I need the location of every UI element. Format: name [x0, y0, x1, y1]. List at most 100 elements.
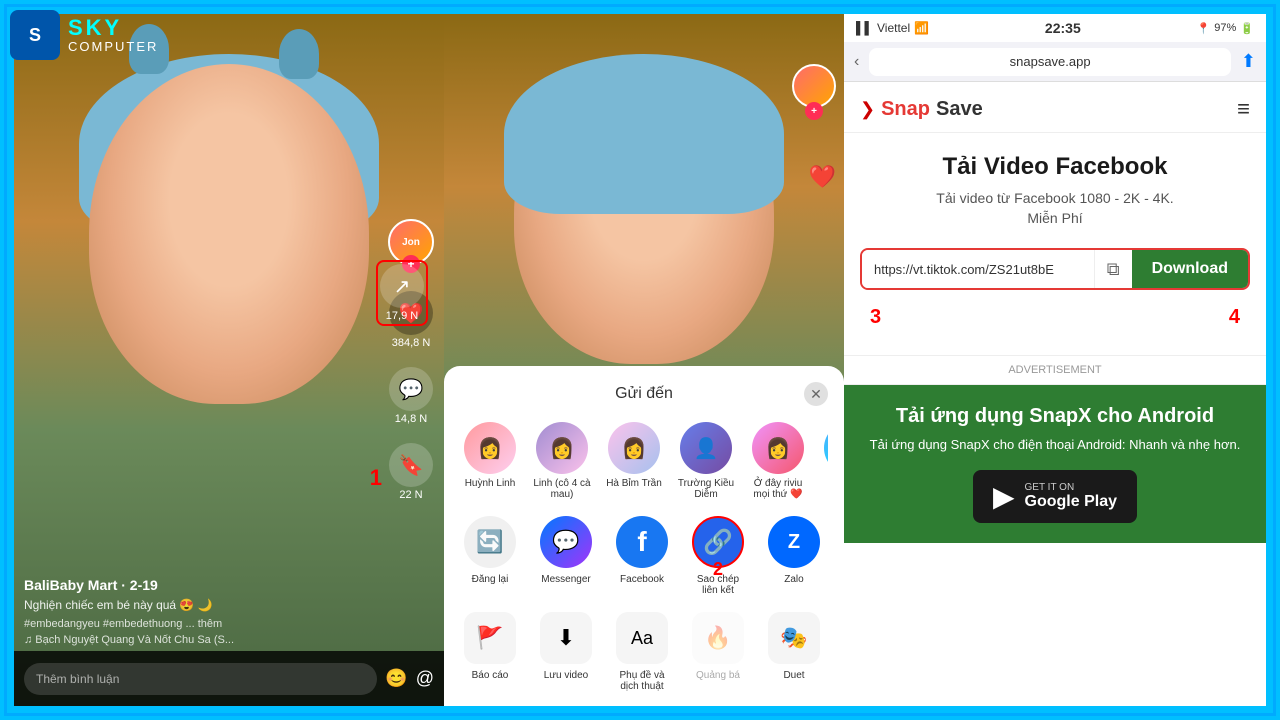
back-chevron-icon[interactable]: ‹: [854, 53, 859, 71]
contact-name-1: Huỳnh Linh: [465, 478, 516, 489]
google-play-button[interactable]: ▶ GET IT ON Google Play: [973, 470, 1137, 523]
contact-item-5[interactable]: 👩 Ở đây riviu mọi thứ ❤️: [748, 422, 808, 500]
subtitle-icon: Aa: [616, 612, 668, 664]
google-play-icon: ▶: [993, 480, 1015, 513]
step1-label: 1: [370, 465, 382, 491]
logo-icon: S: [10, 10, 60, 60]
comment-input[interactable]: Thêm bình luận: [24, 663, 377, 695]
share-icon: ↗: [380, 264, 424, 308]
wifi-icon: 📶: [914, 21, 929, 35]
contact-avatar-4: 👤: [680, 422, 732, 474]
mention-icon[interactable]: @: [416, 668, 434, 689]
share-modal: Gửi đến ✕ 👩 Huỳnh Linh 👩 Linh (cô 4 cà m…: [444, 366, 844, 706]
subtitle-label: Phụ đề và dịch thuật: [612, 670, 672, 692]
app-facebook[interactable]: f Facebook: [612, 516, 672, 596]
share-modal-header: Gửi đến ✕: [460, 382, 828, 406]
url-input[interactable]: [862, 250, 1094, 288]
logo-sky: SKY: [68, 16, 158, 40]
facebook-label: Facebook: [620, 574, 664, 585]
battery-area: 📍 97% 🔋: [1197, 22, 1254, 35]
advertisement-label: ADVERTISEMENT: [1008, 364, 1101, 376]
video-caption: Nghiện chiếc em bé này quá 😍 🌙: [24, 597, 384, 614]
video-hashtags: #embedangyeu #embedethuong ... thêm: [24, 618, 384, 630]
action-report[interactable]: 🚩 Báo cáo: [460, 612, 520, 692]
messenger-label: Messenger: [541, 574, 590, 585]
share-contacts: 👩 Huỳnh Linh 👩 Linh (cô 4 cà mau) 👩 Hà B…: [460, 422, 828, 500]
bookmark-icon: 🔖: [389, 443, 433, 487]
right-actions: Jon + ❤️ 384,8 N 💬 14,8 N 🔖 22 N ↗ 17,9 …: [388, 219, 434, 501]
battery-icon: 🔋: [1240, 22, 1254, 35]
music-info: ♫ Bạch Nguyệt Quang Và Nốt Chu Sa (S...: [24, 634, 384, 646]
report-icon: 🚩: [464, 612, 516, 664]
contact-avatar-3: 👩: [608, 422, 660, 474]
logo-brand: S: [29, 25, 41, 46]
more-actions: 🚩 Báo cáo ⬇ Lưu video Aa Phụ đề và dịch …: [460, 612, 828, 692]
baby-hat-middle: [504, 54, 784, 214]
contact-item[interactable]: 👩 Huỳnh Linh: [460, 422, 520, 500]
google-play-text: GET IT ON Google Play: [1025, 482, 1117, 511]
heart-middle: ❤️: [809, 164, 836, 190]
action-duet[interactable]: 🎭 Duet: [764, 612, 824, 692]
contact-item-6[interactable]: 🌸 Tradao: [820, 422, 828, 500]
gp-get-label: GET IT ON: [1025, 482, 1117, 493]
contact-name-5: Ở đây riviu mọi thứ ❤️: [748, 478, 808, 500]
contact-item-2[interactable]: 👩 Linh (cô 4 cà mau): [532, 422, 592, 500]
share-action[interactable]: ↗ 17,9 N: [380, 264, 424, 322]
app-messenger[interactable]: 💬 Messenger: [536, 516, 596, 596]
tiktok-left-panel: Jon + ❤️ 384,8 N 💬 14,8 N 🔖 22 N ↗ 17,9 …: [14, 14, 444, 706]
logo-save-text: Save: [936, 98, 983, 121]
action-promote[interactable]: 🔥 Quảng bá: [688, 612, 748, 692]
share-btn-highlight: ↗ 17,9 N: [376, 260, 428, 326]
snapx-subtitle: Tải ứng dụng SnapX cho điện thoại Androi…: [860, 436, 1250, 454]
share-apps: 🔄 Đăng lại 💬 Messenger f Facebook 🔗 Sao …: [460, 516, 828, 596]
comment-placeholder: Thêm bình luận: [36, 672, 119, 686]
hamburger-menu[interactable]: ≡: [1237, 96, 1250, 122]
action-save[interactable]: ⬇ Lưu video: [536, 612, 596, 692]
download-button[interactable]: Download: [1132, 250, 1248, 288]
app-copy-link[interactable]: 🔗 Sao chép liên kết 2: [688, 516, 748, 596]
comment-icon: 💬: [389, 367, 433, 411]
carrier-name: Viettel: [877, 21, 910, 35]
baby-face: [89, 64, 369, 404]
url-text: snapsave.app: [1010, 54, 1091, 69]
browser-share-icon[interactable]: ⬆: [1241, 51, 1256, 72]
bottom-icons: 😊 @: [385, 668, 434, 689]
bookmark-count: 22 N: [399, 489, 422, 501]
snapsave-hero: Tải Video Facebook Tải video từ Facebook…: [844, 133, 1266, 355]
clipboard-button[interactable]: ⧉: [1094, 250, 1132, 288]
comment-action[interactable]: 💬 14,8 N: [389, 367, 433, 425]
status-bar: ▌▌ Viettel 📶 22:35 📍 97% 🔋: [844, 14, 1266, 42]
bookmark-action[interactable]: 🔖 22 N: [389, 443, 433, 501]
report-label: Báo cáo: [472, 670, 509, 681]
video-info: CapCut · Thử mẫu này BaliBaby Mart · 2-1…: [24, 549, 384, 646]
comment-count: 14,8 N: [395, 413, 427, 425]
hero-subtitle: Tải video từ Facebook 1080 - 2K - 4K.Miễ…: [860, 189, 1250, 228]
middle-panel: + ❤️ Gửi đến ✕ 👩 Huỳnh Linh 👩 Linh (cô 4…: [444, 14, 844, 706]
main-content: Jon + ❤️ 384,8 N 💬 14,8 N 🔖 22 N ↗ 17,9 …: [14, 14, 1266, 706]
app-dang-lai[interactable]: 🔄 Đăng lại: [460, 516, 520, 596]
action-subtitle[interactable]: Aa Phụ đề và dịch thuật: [612, 612, 672, 692]
url-bar[interactable]: snapsave.app: [869, 48, 1231, 76]
messenger-icon: 💬: [540, 516, 592, 568]
contact-name-4: Trường Kiều Diễm: [676, 478, 736, 500]
contact-avatar-5: 👩: [752, 422, 804, 474]
app-zalo[interactable]: Z Zalo: [764, 516, 824, 596]
contact-item-4[interactable]: 👤 Trường Kiều Diễm: [676, 422, 736, 500]
share-count: 17,9 N: [386, 310, 418, 322]
zalo-label: Zalo: [784, 574, 803, 585]
step2-number: 2: [713, 559, 723, 580]
contact-item-3[interactable]: 👩 Hà Bỉm Trần: [604, 422, 664, 500]
close-button[interactable]: ✕: [804, 382, 828, 406]
snapsave-logo: ❯ SnapSave: [860, 98, 983, 121]
step4-marker: 4: [1229, 306, 1240, 329]
contact-avatar-2: 👩: [536, 422, 588, 474]
advertisement-bar: ADVERTISEMENT: [844, 355, 1266, 385]
follow-badge-middle: +: [805, 102, 823, 120]
emoji-icon[interactable]: 😊: [385, 668, 407, 689]
comment-bar: Thêm bình luận 😊 @: [14, 651, 444, 706]
promote-label: Quảng bá: [696, 670, 740, 681]
right-panel: ▌▌ Viettel 📶 22:35 📍 97% 🔋 ‹ snapsave.ap…: [844, 14, 1266, 706]
hero-title: Tải Video Facebook: [860, 153, 1250, 181]
location-icon: 📍: [1197, 22, 1211, 35]
snapsave-header: ❯ SnapSave ≡: [844, 82, 1266, 133]
